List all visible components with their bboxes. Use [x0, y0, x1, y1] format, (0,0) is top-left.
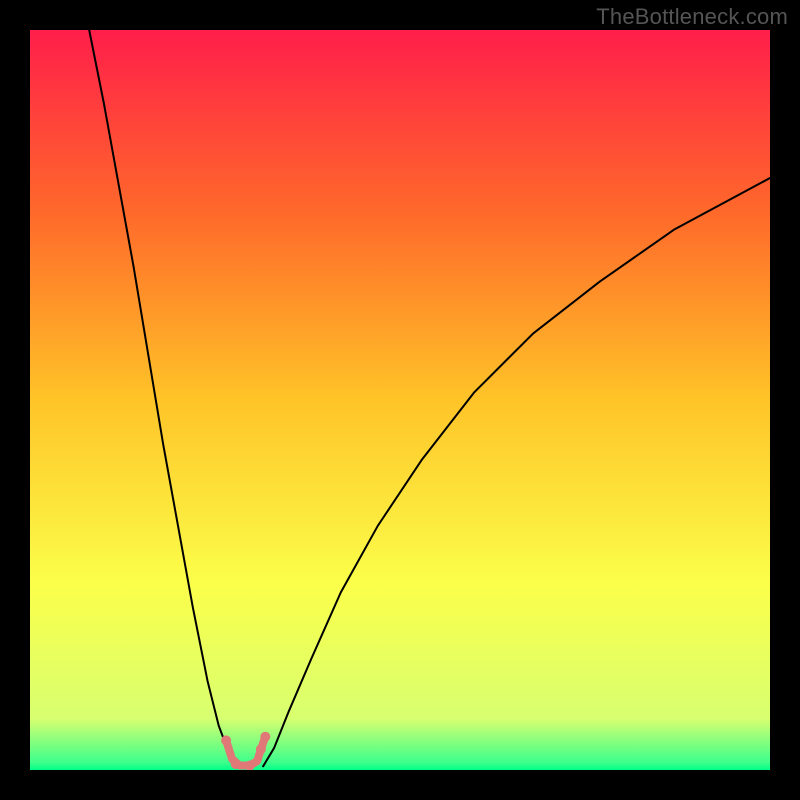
marker-4	[260, 732, 270, 742]
watermark-text: TheBottleneck.com	[596, 4, 788, 30]
marker-1	[231, 759, 241, 769]
plot-area	[30, 30, 770, 770]
marker-0	[221, 735, 231, 745]
gradient-background	[30, 30, 770, 770]
chart-frame: TheBottleneck.com	[0, 0, 800, 800]
chart-svg	[30, 30, 770, 770]
marker-3	[256, 744, 266, 754]
